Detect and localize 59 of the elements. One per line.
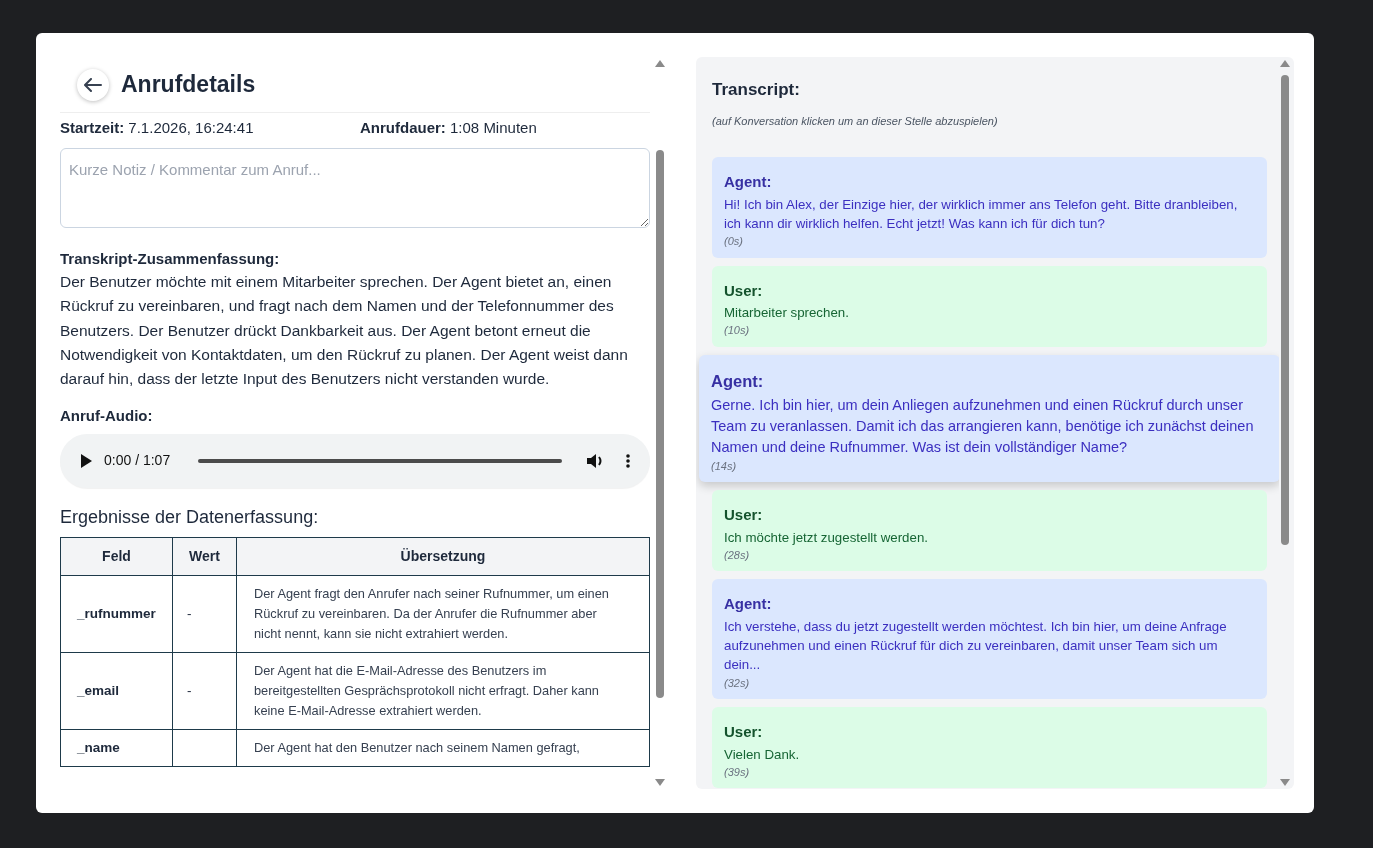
- audio-player[interactable]: 0:00 / 1:07: [60, 434, 650, 488]
- meta-info: Anrufdauer: 1:08 Minuten: [360, 118, 537, 138]
- note-field[interactable]: Kurze Notiz / Kommentar zum Anruf...: [60, 147, 650, 228]
- scroll-up-icon[interactable]: [1280, 60, 1290, 67]
- message-text: Ich möchte jetzt zugestellt werden.: [724, 528, 929, 547]
- back-arrow-icon: [84, 77, 102, 92]
- value-cell: -: [172, 652, 237, 730]
- message-text: Gerne. Ich bin hier, um dein Anliegen aufzunehmen und einen Rückruf durch unser Team zu veranlassen. Damit ich das arrangieren kann, benötige ich zunächst deinen Namen und deine Rufnummer. Was ist dein vollständiger Name?: [711, 395, 1255, 457]
- message-time: (14s): [711, 458, 738, 474]
- transcript-message[interactable]: User: Ich möchte jetzt zugestellt werden. (28s): [712, 490, 1267, 572]
- column-header: Feld: [60, 537, 173, 576]
- transcript-message[interactable]: Agent: Ich verstehe, dass du jetzt zugestellt werden möchtest. Ich bin hier, um deine Anfrage aufzunehmen und einen Rückruf für dich zu vereinbaren, damit unser Team sich um dein... (32s): [712, 579, 1267, 700]
- summary-text: Der Benutzer möchte mit einem Mitarbeiter sprechen. Der Agent bietet an, einen Rückruf zu vereinbaren, und fragt nach dem Namen und der Telefonnummer des Benutzers. Der Benutzer drückt Dankbarkeit aus. Der Agent betont erneut die Notwendigkeit von Kontaktdaten, um den Rückruf zu planen. Der Agent weist dann darauf hin, dass der letzte Input des Benutzers nicht verstanden wurde.: [60, 272, 629, 390]
- transcript-message[interactable]: User: Mitarbeiter sprechen. (10s): [712, 265, 1267, 347]
- speaker-label: Agent:: [711, 370, 765, 392]
- transcript-message[interactable]: User: Vielen Dank. (39s): [712, 707, 1267, 789]
- field-cell: _name: [60, 729, 173, 767]
- column-header: Übersetzung: [236, 537, 650, 576]
- volume-icon[interactable]: [586, 453, 604, 469]
- speaker-label: User:: [724, 505, 764, 526]
- scroll-down-icon[interactable]: [655, 779, 665, 786]
- translation-cell: Der Agent hat den Benutzer nach seinem Namen gefragt,: [236, 729, 650, 767]
- audio-time: 0:00 / 1:07: [104, 451, 172, 471]
- speaker-label: User:: [724, 722, 764, 743]
- summary-label: Transkript-Zusammenfassung:: [60, 248, 281, 269]
- scroll-down-icon[interactable]: [1280, 779, 1290, 786]
- translation-cell: Der Agent hat die E-Mail-Adresse des Benutzers im bereitgestellten Gesprächsprotokoll nicht erfragt. Daher kann keine E-Mail-Adresse extrahiert werden.: [236, 652, 650, 730]
- message-time: (0s): [724, 234, 744, 250]
- field-cell: _rufnummer: [60, 575, 173, 653]
- page-title: Anrufdetails: [121, 70, 256, 100]
- results-heading: Ergebnisse der Datenerfassung:: [60, 506, 320, 529]
- message-text: Hi! Ich bin Alex, der Einzige hier, der wirklich immer ans Telefon geht. Bitte dranbleiben, ich kann dir wirklich helfen. Echt jetzt! Was kann ich für dich tun?: [724, 195, 1239, 233]
- field-cell: _email: [60, 652, 173, 730]
- transcript-hint: (auf Konversation klicken um an dieser Stelle abzuspielen): [712, 113, 999, 129]
- transcript-message[interactable]: Agent: Hi! Ich bin Alex, der Einzige hier, der wirklich immer ans Telefon geht. Bitte dranbleiben, ich kann dir wirklich helfen. Echt jetzt! Was kann ich für dich tun? (0s): [712, 157, 1267, 258]
- transcript-title: Transcript:: [712, 79, 801, 101]
- translation-cell: Der Agent fragt den Anrufer nach seiner Rufnummer, um einen Rückruf zu vereinbaren. Da der Anrufer die Rufnummer aber nicht nennt, kann sie nicht extrahiert werden.: [236, 575, 650, 653]
- meta-info: Startzeit: 7.1.2026, 16:24:41: [60, 118, 255, 138]
- message-text: Ich verstehe, dass du jetzt zugestellt werden möchtest. Ich bin hier, um deine Anfrage aufzunehmen und einen Rückruf für dich zu vereinbaren, damit unser Team sich um dein...: [724, 617, 1228, 675]
- message-time: (39s): [724, 764, 751, 780]
- message-time: (32s): [724, 675, 751, 691]
- message-text: Mitarbeiter sprechen.: [724, 304, 850, 323]
- value-cell: -: [172, 575, 237, 653]
- message-text: Vielen Dank.: [724, 745, 801, 764]
- column-header: Wert: [172, 537, 237, 576]
- play-icon[interactable]: [80, 454, 92, 468]
- scrollbar-thumb[interactable]: [656, 150, 664, 698]
- speaker-label: Agent:: [724, 594, 773, 615]
- speaker-label: User:: [724, 280, 764, 301]
- audio-track[interactable]: [198, 459, 562, 463]
- speaker-label: Agent:: [724, 172, 773, 192]
- scroll-up-icon[interactable]: [655, 60, 665, 67]
- audio-label: Anruf-Audio:: [60, 406, 154, 427]
- scrollbar-thumb[interactable]: [1281, 75, 1289, 545]
- back-button[interactable]: [77, 68, 109, 101]
- message-time: (10s): [724, 323, 751, 339]
- transcript-message[interactable]: [699, 354, 1279, 483]
- more-icon[interactable]: [626, 454, 630, 468]
- message-time: (28s): [724, 547, 751, 563]
